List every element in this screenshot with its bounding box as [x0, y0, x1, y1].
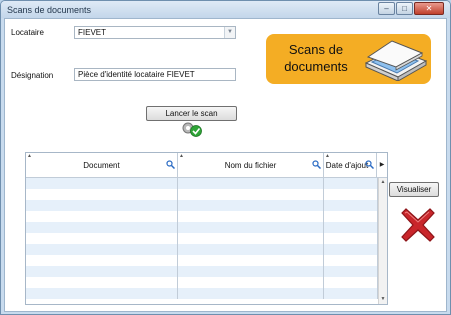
banner-title: Scans de documents	[284, 42, 348, 74]
sort-icon: ▲	[325, 153, 330, 159]
scan-status-icon	[182, 122, 202, 137]
table-cell[interactable]	[178, 277, 324, 288]
search-icon[interactable]	[166, 160, 175, 169]
vertical-scrollbar[interactable]: ▲ ▼	[378, 178, 387, 304]
table-cell[interactable]	[26, 178, 178, 189]
table-cell[interactable]	[26, 233, 178, 244]
table-cell[interactable]	[324, 277, 378, 288]
designation-value: Pièce d'identité locataire FIEVET	[78, 70, 195, 79]
scroll-down-icon[interactable]: ▼	[379, 295, 387, 304]
table-cell[interactable]	[324, 200, 378, 211]
table-row[interactable]	[26, 200, 378, 211]
table-cell[interactable]	[324, 233, 378, 244]
documents-grid[interactable]: ▲ Document ▲ Nom du fichier ▲ Date d'ajo…	[25, 152, 388, 305]
table-cell[interactable]	[324, 222, 378, 233]
table-row[interactable]	[26, 178, 378, 189]
table-cell[interactable]	[178, 200, 324, 211]
table-cell[interactable]	[26, 189, 178, 200]
table-cell[interactable]	[178, 233, 324, 244]
window-title: Scans de documents	[7, 5, 92, 15]
column-header-filename[interactable]: ▲ Nom du fichier	[178, 153, 324, 178]
table-cell[interactable]	[324, 255, 378, 266]
scan-banner: Scans de documents	[266, 34, 431, 84]
table-cell[interactable]	[26, 277, 178, 288]
table-row[interactable]	[26, 244, 378, 255]
close-window-button[interactable]: ✕	[414, 2, 444, 15]
title-bar[interactable]: Scans de documents – □ ✕	[1, 1, 450, 18]
tenant-combobox[interactable]: FIEVET ▼	[74, 26, 236, 39]
chevron-down-icon[interactable]: ▼	[224, 27, 235, 38]
table-cell[interactable]	[178, 255, 324, 266]
table-cell[interactable]	[26, 244, 178, 255]
table-row[interactable]	[26, 255, 378, 266]
table-cell[interactable]	[26, 255, 178, 266]
table-cell[interactable]	[178, 288, 324, 299]
table-row[interactable]	[26, 211, 378, 222]
column-header-label: Nom du fichier	[224, 161, 277, 170]
table-row[interactable]	[26, 189, 378, 200]
table-cell[interactable]	[26, 222, 178, 233]
table-cell[interactable]	[324, 266, 378, 277]
designation-field[interactable]: Pièce d'identité locataire FIEVET	[74, 68, 236, 81]
column-header-label: Date d'ajout	[325, 161, 369, 170]
tenant-label: Locataire	[11, 28, 44, 37]
table-row[interactable]	[26, 277, 378, 288]
column-header-label: Document	[83, 161, 120, 170]
grid-header: ▲ Document ▲ Nom du fichier ▲ Date d'ajo…	[26, 153, 387, 178]
table-cell[interactable]	[26, 211, 178, 222]
table-cell[interactable]	[324, 244, 378, 255]
search-icon[interactable]	[312, 160, 321, 169]
scroll-up-icon[interactable]: ▲	[379, 178, 387, 187]
view-button[interactable]: Visualiser	[389, 182, 439, 197]
start-scan-button[interactable]: Lancer le scan	[146, 106, 237, 121]
table-cell[interactable]	[178, 189, 324, 200]
grid-rows	[26, 178, 378, 304]
tenant-value: FIEVET	[78, 28, 107, 37]
column-header-document[interactable]: ▲ Document	[26, 153, 178, 178]
sort-icon: ▲	[27, 153, 32, 159]
sort-icon: ▲	[179, 153, 184, 159]
search-icon[interactable]	[365, 160, 374, 169]
table-cell[interactable]	[178, 211, 324, 222]
scroll-right-icon[interactable]: ▶	[377, 153, 387, 178]
maximize-button[interactable]: □	[396, 2, 413, 15]
table-cell[interactable]	[324, 288, 378, 299]
table-row[interactable]	[26, 222, 378, 233]
delete-icon[interactable]	[398, 205, 438, 245]
table-cell[interactable]	[26, 288, 178, 299]
scanner-icon	[364, 40, 428, 81]
minimize-button[interactable]: –	[378, 2, 395, 15]
table-cell[interactable]	[178, 244, 324, 255]
column-header-date[interactable]: ▲ Date d'ajout	[324, 153, 377, 178]
table-cell[interactable]	[324, 211, 378, 222]
table-cell[interactable]	[178, 222, 324, 233]
table-cell[interactable]	[26, 266, 178, 277]
main-window: Scans de documents – □ ✕ Locataire FIEVE…	[0, 0, 451, 315]
table-cell[interactable]	[324, 189, 378, 200]
table-row[interactable]	[26, 233, 378, 244]
designation-label: Désignation	[11, 71, 54, 80]
table-cell[interactable]	[26, 200, 178, 211]
table-cell[interactable]	[324, 178, 378, 189]
window-content: Locataire FIEVET ▼ Désignation Pièce d'i…	[4, 18, 447, 312]
table-row[interactable]	[26, 288, 378, 299]
table-row[interactable]	[26, 266, 378, 277]
table-cell[interactable]	[178, 178, 324, 189]
table-cell[interactable]	[178, 266, 324, 277]
